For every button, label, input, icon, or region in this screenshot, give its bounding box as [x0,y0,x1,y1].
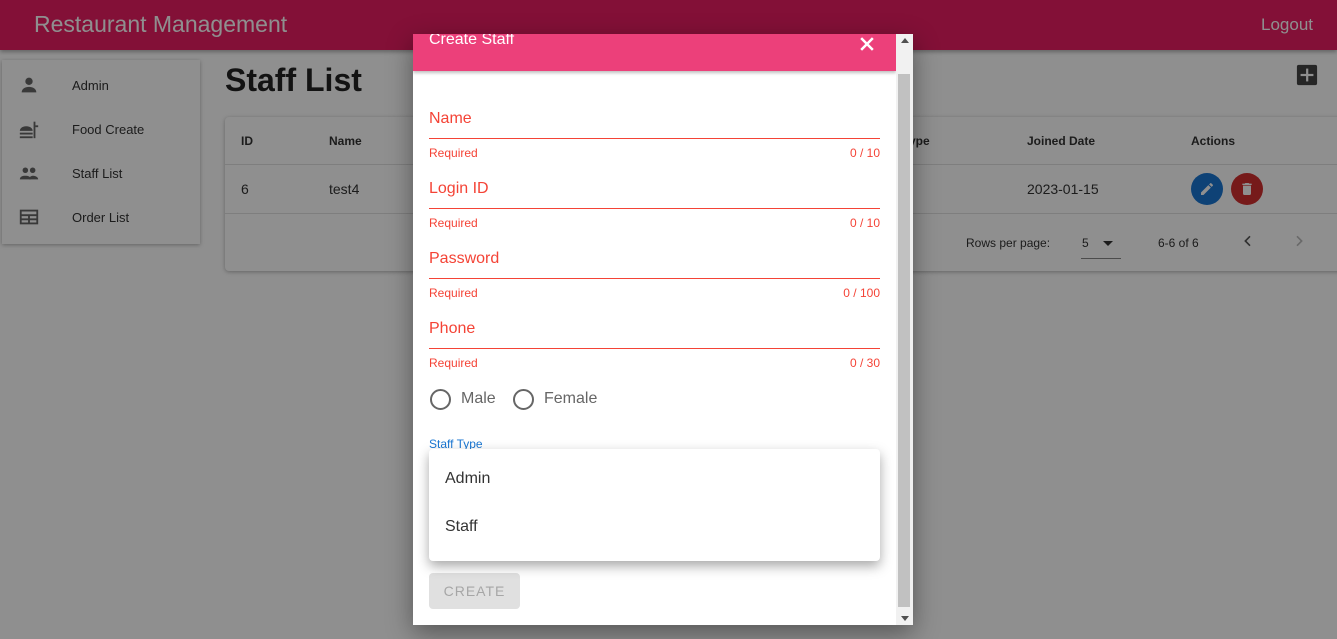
menu-item-admin[interactable]: Admin [429,456,880,504]
radio-label: Male [461,390,496,407]
login-id-input[interactable] [429,180,880,208]
phone-input[interactable] [429,320,880,348]
radio-circle-icon [513,389,534,410]
scroll-down-arrow-icon[interactable] [901,616,909,621]
phone-field: Phone Required 0 / 30 [429,320,880,390]
dialog-scrollbar[interactable] [896,34,913,625]
field-underline [429,348,880,349]
field-underline [429,138,880,139]
phone-helper: Required [429,356,478,370]
radio-label: Female [544,390,598,407]
close-icon[interactable] [857,34,877,54]
menu-item-staff[interactable]: Staff [429,504,880,552]
dialog-header: Create Staff [413,34,896,71]
password-helper: Required [429,286,478,300]
menu-item-label: Staff [445,518,478,535]
login-id-helper: Required [429,216,478,230]
password-counter: 0 / 100 [843,286,880,300]
create-button-label: CREATE [443,583,506,599]
password-field: Password Required 0 / 100 [429,250,880,320]
password-input[interactable] [429,250,880,278]
login-id-field: Login ID Required 0 / 10 [429,180,880,250]
radio-circle-icon [430,389,451,410]
name-counter: 0 / 10 [849,146,880,160]
scroll-up-arrow-icon[interactable] [901,38,909,43]
field-underline [429,208,880,209]
menu-item-label: Admin [445,470,491,487]
dialog-title: Create Staff [429,34,515,48]
create-button[interactable]: CREATE [429,573,520,609]
scrollbar-thumb[interactable] [898,74,910,607]
phone-counter: 0 / 30 [849,356,880,370]
name-input[interactable] [429,110,880,138]
name-helper: Required [429,146,478,160]
login-id-counter: 0 / 10 [849,216,880,230]
staff-type-menu: Admin Staff [429,449,880,561]
field-underline [429,278,880,279]
name-field: Name Required 0 / 10 [429,110,880,180]
